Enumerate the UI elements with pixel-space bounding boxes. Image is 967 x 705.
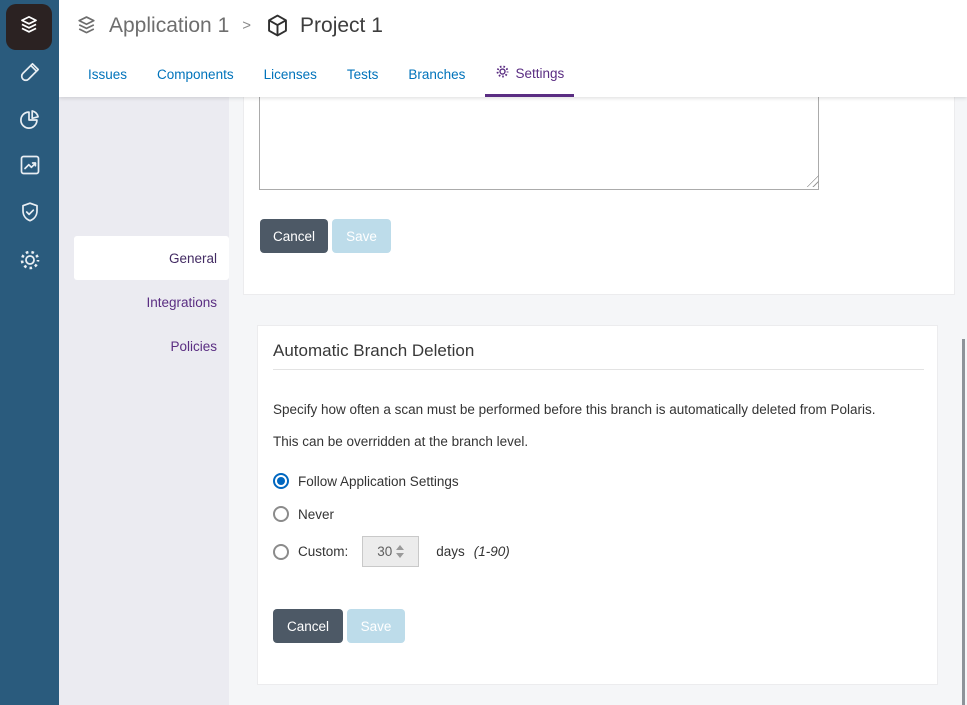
cube-icon [264, 12, 291, 39]
radio-follow-application[interactable] [273, 473, 289, 489]
radio-row-never: Never [273, 506, 334, 522]
custom-days-value: 30 [377, 544, 392, 559]
custom-days-stepper[interactable]: 30 [362, 536, 419, 567]
pie-chart-icon [18, 107, 42, 136]
sidebar-item-policies[interactable] [0, 202, 59, 226]
test-tube-icon [18, 60, 42, 89]
project-tabs: Issues Components Licenses Tests Branche… [88, 64, 564, 97]
tab-issues[interactable]: Issues [88, 67, 127, 97]
divider [273, 369, 924, 370]
sidebar-item-trends[interactable] [0, 155, 59, 179]
branch-deletion-card: Automatic Branch Deletion Specify how of… [257, 325, 938, 685]
breadcrumb-project[interactable]: Project 1 [300, 14, 383, 38]
radio-custom[interactable] [273, 544, 289, 560]
radio-label[interactable]: Never [298, 507, 334, 522]
breadcrumb-application[interactable]: Application 1 [109, 14, 229, 38]
description-card: Cancel Save [243, 97, 955, 295]
breadcrumb: Application 1 > Project 1 [73, 12, 383, 39]
subnav-item-integrations[interactable]: Integrations [59, 280, 229, 324]
card-description-line1: Specify how often a scan must be perform… [273, 402, 876, 417]
subnav-item-policies[interactable]: Policies [59, 324, 229, 368]
stepper-arrows-icon[interactable] [396, 545, 404, 558]
radio-row-follow-application: Follow Application Settings [273, 473, 459, 489]
subnav-item-general[interactable]: General [74, 236, 229, 280]
custom-days-unit: days [436, 544, 465, 559]
card-description-line2: This can be overridden at the branch lev… [273, 434, 528, 449]
tab-licenses[interactable]: Licenses [264, 67, 317, 97]
radio-label[interactable]: Follow Application Settings [298, 474, 459, 489]
tab-settings-label: Settings [515, 66, 564, 81]
radio-row-custom: Custom: 30 days (1-90) [273, 536, 510, 567]
branch-deletion-save-button[interactable]: Save [347, 609, 405, 643]
chevron-up-icon[interactable] [396, 545, 404, 550]
card-title: Automatic Branch Deletion [273, 341, 474, 361]
branch-deletion-cancel-button[interactable]: Cancel [273, 609, 343, 643]
shield-check-icon [18, 200, 42, 229]
vertical-scrollbar[interactable] [962, 339, 965, 705]
tab-branches[interactable]: Branches [408, 67, 465, 97]
breadcrumb-separator: > [238, 17, 255, 34]
custom-days-range: (1-90) [474, 544, 510, 559]
sidebar-item-reports[interactable] [0, 109, 59, 133]
description-cancel-button[interactable]: Cancel [260, 219, 328, 253]
tab-settings[interactable]: Settings [485, 64, 574, 97]
page-header: Application 1 > Project 1 Issues Compone… [59, 0, 967, 97]
primary-sidebar [0, 0, 59, 705]
sidebar-item-settings[interactable] [0, 250, 59, 274]
gear-icon [495, 64, 510, 82]
tab-tests[interactable]: Tests [347, 67, 379, 97]
sidebar-item-tests[interactable] [0, 62, 59, 86]
gear-icon [18, 248, 42, 277]
app-window: Application 1 > Project 1 Issues Compone… [0, 0, 967, 705]
chevron-down-icon[interactable] [396, 553, 404, 558]
description-save-button[interactable]: Save [332, 219, 391, 253]
app-logo[interactable] [6, 4, 52, 50]
radio-label[interactable]: Custom: [298, 544, 348, 559]
layers-icon [73, 12, 100, 39]
description-textarea[interactable] [259, 97, 819, 190]
radio-never[interactable] [273, 506, 289, 522]
layers-icon [16, 12, 42, 43]
tab-components[interactable]: Components [157, 67, 234, 97]
settings-subnav: General Integrations Policies [59, 97, 229, 705]
line-chart-icon [18, 153, 42, 182]
